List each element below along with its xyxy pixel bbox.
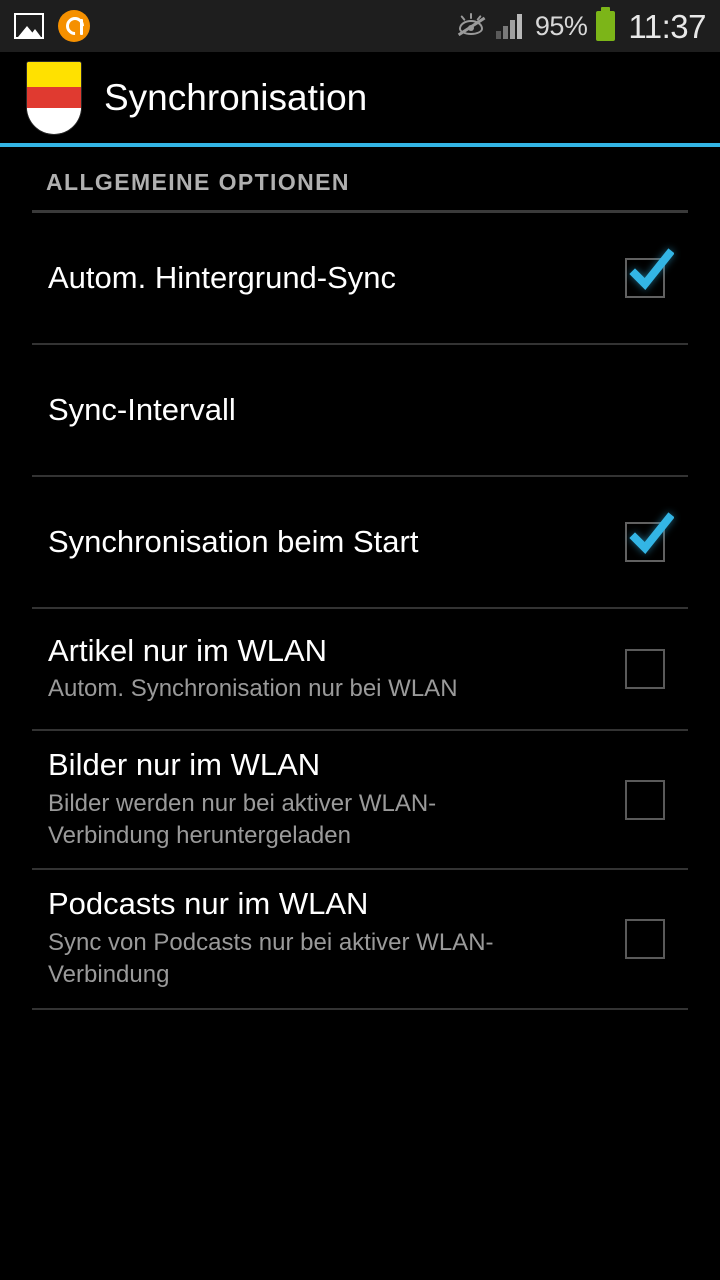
eye-off-icon xyxy=(457,13,487,39)
status-bar-system-icons: 95% 11:37 xyxy=(457,7,706,45)
status-bar-notifications xyxy=(14,10,90,42)
row-divider xyxy=(32,1007,688,1010)
checkbox-autom-hintergrund-sync[interactable] xyxy=(625,248,674,298)
pref-text-block: Autom. Hintergrund-Sync xyxy=(32,244,602,313)
pref-row-synchronisation-beim-start[interactable]: Synchronisation beim Start xyxy=(0,477,720,607)
pref-text-block: Bilder nur im WLAN Bilder werden nur bei… xyxy=(32,731,602,868)
check-icon xyxy=(628,512,674,558)
pref-text-block: Synchronisation beim Start xyxy=(32,508,602,577)
pref-widget[interactable] xyxy=(602,512,688,562)
pref-row-bilder-nur-im-wlan[interactable]: Bilder nur im WLAN Bilder werden nur bei… xyxy=(0,731,720,868)
pref-row-autom-hintergrund-sync[interactable]: Autom. Hintergrund-Sync xyxy=(0,213,720,343)
action-bar: Synchronisation xyxy=(0,52,720,143)
pref-title: Bilder nur im WLAN xyxy=(48,747,321,782)
section-header-label: ALLGEMEINE OPTIONEN xyxy=(46,169,350,195)
pref-widget[interactable] xyxy=(602,649,688,689)
pref-title: Autom. Hintergrund-Sync xyxy=(48,259,397,295)
battery-full-icon xyxy=(596,7,616,41)
preference-list: ALLGEMEINE OPTIONEN Autom. Hintergrund-S… xyxy=(0,147,720,1010)
pref-text-block: Sync-Intervall xyxy=(32,376,602,445)
pref-summary: Sync von Podcasts nur bei aktiver WLAN-V… xyxy=(48,928,494,989)
checkbox-artikel-nur-im-wlan[interactable] xyxy=(625,649,665,689)
pref-widget[interactable] xyxy=(602,248,688,298)
pref-row-podcasts-nur-im-wlan[interactable]: Podcasts nur im WLAN Sync von Podcasts n… xyxy=(0,870,720,1007)
pref-summary: Autom. Synchronisation nur bei WLAN xyxy=(48,675,458,703)
app-orange-icon xyxy=(58,10,90,42)
pref-widget[interactable] xyxy=(602,919,688,960)
status-bar[interactable]: 95% 11:37 xyxy=(0,0,720,52)
page-title: Synchronisation xyxy=(104,77,368,118)
pref-title: Artikel nur im WLAN xyxy=(48,632,328,668)
checkbox-synchronisation-beim-start[interactable] xyxy=(625,512,674,562)
crest-shield-icon[interactable] xyxy=(26,60,82,135)
pref-title: Synchronisation beim Start xyxy=(48,523,419,559)
pref-row-sync-intervall[interactable]: Sync-Intervall xyxy=(0,345,720,475)
screenshot-image-icon xyxy=(14,13,44,39)
battery-percent-label: 95% xyxy=(534,10,588,41)
checkbox-bilder-nur-im-wlan[interactable] xyxy=(625,779,665,820)
signal-bars-icon xyxy=(495,13,526,39)
pref-title: Podcasts nur im WLAN xyxy=(48,886,369,922)
pref-title: Sync-Intervall xyxy=(48,391,236,427)
pref-text-block: Podcasts nur im WLAN Sync von Podcasts n… xyxy=(32,870,602,1007)
status-bar-clock: 11:37 xyxy=(628,7,706,45)
pref-widget[interactable] xyxy=(602,779,688,820)
check-icon xyxy=(628,248,674,294)
section-header-allgemeine-optionen: ALLGEMEINE OPTIONEN xyxy=(0,147,720,213)
pref-row-artikel-nur-im-wlan[interactable]: Artikel nur im WLAN Autom. Synchronisati… xyxy=(0,609,720,729)
pref-summary: Bilder werden nur bei aktiver WLAN-Verbi… xyxy=(48,789,437,849)
pref-text-block: Artikel nur im WLAN Autom. Synchronisati… xyxy=(32,617,602,722)
checkbox-podcasts-nur-im-wlan[interactable] xyxy=(625,919,665,960)
